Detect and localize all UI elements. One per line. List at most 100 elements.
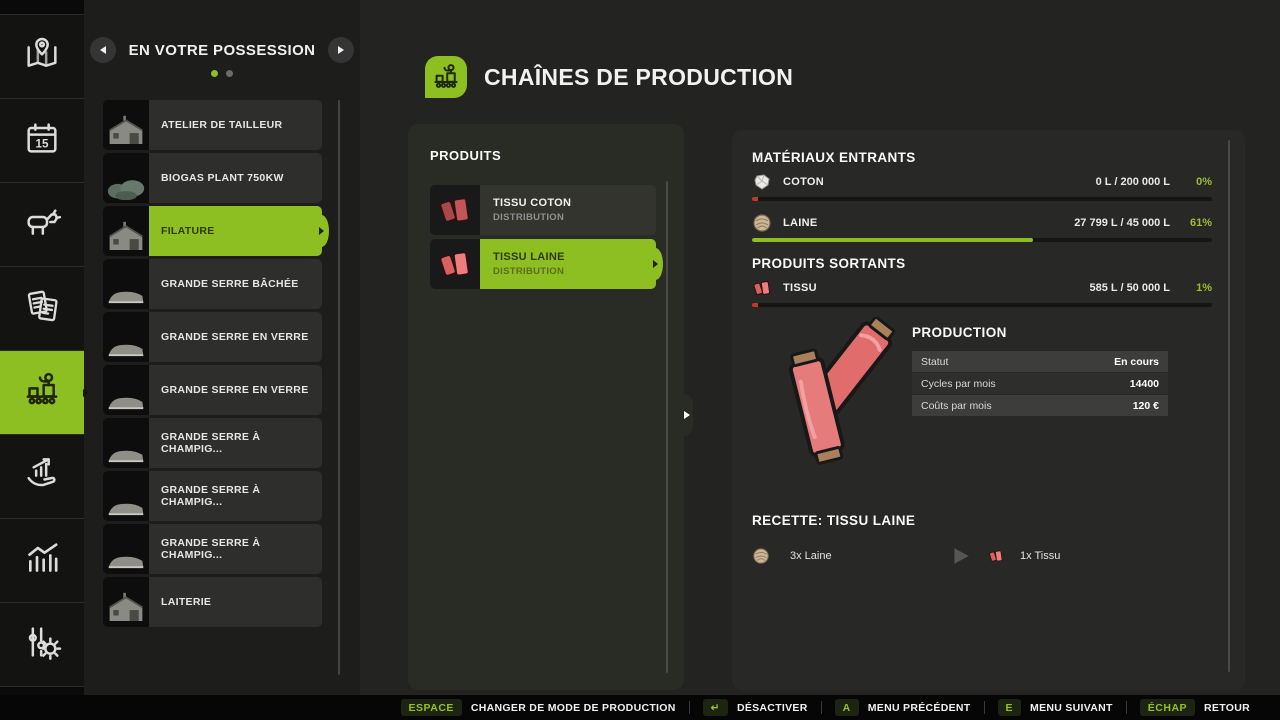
recipe-input-label: 3x Laine: [790, 550, 908, 562]
key-badge: ÉCHAP: [1140, 699, 1195, 716]
list-item-label: FILATURE: [161, 225, 215, 237]
list-item[interactable]: GRANDE SERRE À CHAMPIG...: [103, 471, 322, 521]
list-item-label: GRANDE SERRE À CHAMPIG...: [161, 431, 322, 455]
product-mode: DISTRIBUTION: [493, 266, 656, 277]
page-header: CHAÎNES DE PRODUCTION: [425, 56, 793, 98]
list-item[interactable]: ATELIER DE TAILLEUR: [103, 100, 322, 150]
production-chains-icon: [22, 370, 62, 415]
production-table-row: Cycles par mois 14400: [912, 373, 1168, 394]
row-value: 120 €: [1133, 400, 1159, 412]
material-row[interactable]: COTON 0 L / 200 000 L 0%: [752, 167, 1212, 197]
building-thumbnail: [103, 471, 149, 521]
list-item-label: GRANDE SERRE À CHAMPIG...: [161, 537, 322, 561]
shortcut-divider: [689, 701, 690, 714]
material-percent: 1%: [1170, 282, 1212, 294]
shortcut-label: RETOUR: [1204, 702, 1250, 714]
cow-icon: [22, 202, 62, 247]
list-item[interactable]: BIOGAS PLANT 750KW: [103, 153, 322, 203]
progress-empty-tick: [752, 197, 758, 201]
products-list: TISSU COTON DISTRIBUTION TISSU LAINE DIS…: [430, 185, 656, 289]
material-amount: 27 799 L / 45 000 L: [1074, 217, 1170, 229]
page-dot-active[interactable]: [211, 70, 218, 77]
building-thumbnail: [103, 153, 149, 203]
list-item[interactable]: LAITERIE: [103, 577, 322, 627]
product-item[interactable]: TISSU COTON DISTRIBUTION: [430, 185, 656, 235]
production-table-row: Statut En cours: [912, 351, 1168, 372]
material-row[interactable]: TISSU 585 L / 50 000 L 1%: [752, 273, 1212, 303]
tab-statistics[interactable]: [0, 518, 84, 603]
wool-icon: [752, 547, 770, 565]
list-item-label: LAITERIE: [161, 596, 211, 608]
material: LAINE 27 799 L / 45 000 L 61%: [752, 208, 1212, 242]
tab-map[interactable]: [0, 14, 84, 99]
next-category-button[interactable]: [328, 37, 354, 63]
tab-production-chains[interactable]: [0, 350, 84, 435]
production-info: PRODUCTION Statut En coursCycles par moi…: [912, 325, 1212, 467]
expand-panel-button[interactable]: [675, 394, 693, 436]
key-badge: E: [998, 699, 1022, 716]
details-scrollbar[interactable]: [1228, 140, 1230, 672]
tab-settings[interactable]: [0, 602, 84, 687]
material-name: COTON: [783, 176, 824, 188]
page-dot[interactable]: [226, 70, 233, 77]
fabric-icon: [752, 278, 772, 298]
calendar-icon: 15: [22, 118, 62, 163]
material-amount: 0 L / 200 000 L: [1096, 176, 1170, 188]
list-item[interactable]: FILATURE: [103, 206, 322, 256]
product-name: TISSU LAINE: [493, 251, 656, 263]
products-panel: PRODUITS TISSU COTON DISTRIBUTION TISSU …: [408, 124, 684, 690]
possession-scrollbar[interactable]: [338, 100, 340, 675]
material-name: LAINE: [783, 217, 818, 229]
production-section-title: PRODUCTION: [912, 325, 1212, 340]
production-table-row: Coûts par mois 120 €: [912, 395, 1168, 416]
production-table: Statut En coursCycles par mois 14400Coût…: [912, 351, 1168, 416]
page-title: CHAÎNES DE PRODUCTION: [484, 64, 793, 91]
material: COTON 0 L / 200 000 L 0%: [752, 167, 1212, 201]
products-scrollbar[interactable]: [666, 181, 668, 673]
shortcut-bar: ESPACECHANGER DE MODE DE PRODUCTION↵DÉSA…: [0, 695, 1280, 720]
list-item[interactable]: GRANDE SERRE EN VERRE: [103, 312, 322, 362]
products-panel-title: PRODUITS: [430, 148, 501, 163]
tab-calendar[interactable]: 15: [0, 98, 84, 183]
building-thumbnail: [103, 577, 149, 627]
fabric-icon: [988, 548, 1004, 564]
sliders-gear-icon: [22, 622, 62, 667]
cotton-icon: [752, 172, 772, 192]
fabric-icon: [430, 239, 480, 289]
list-item[interactable]: GRANDE SERRE À CHAMPIG...: [103, 418, 322, 468]
material-row[interactable]: LAINE 27 799 L / 45 000 L 61%: [752, 208, 1212, 238]
list-item[interactable]: GRANDE SERRE BÂCHÉE: [103, 259, 322, 309]
building-thumbnail: [103, 259, 149, 309]
left-arrow-icon: [100, 46, 106, 54]
row-label: Cycles par mois: [921, 378, 996, 390]
building-thumbnail: [103, 418, 149, 468]
list-item-label: GRANDE SERRE À CHAMPIG...: [161, 484, 322, 508]
material-percent: 0%: [1170, 176, 1212, 188]
key-badge: ↵: [703, 699, 728, 716]
product-item[interactable]: TISSU LAINE DISTRIBUTION: [430, 239, 656, 289]
shortcut-divider: [984, 701, 985, 714]
production-details-panel: MATÉRIAUX ENTRANTS COTON 0 L / 200 000 L…: [732, 130, 1245, 690]
production-chains-badge-icon: [425, 56, 467, 98]
outputs-list: TISSU 585 L / 50 000 L 1%: [752, 273, 1212, 307]
building-thumbnail: [103, 312, 149, 362]
wool-icon: [752, 213, 772, 233]
material-progress-bar: [752, 197, 1212, 201]
selected-item-arrow-icon: [319, 227, 324, 235]
progress-fill: [752, 238, 1033, 242]
list-item[interactable]: GRANDE SERRE EN VERRE: [103, 365, 322, 415]
tab-contracts[interactable]: [0, 266, 84, 351]
material-progress-bar: [752, 303, 1212, 307]
tab-animals[interactable]: [0, 182, 84, 267]
tab-finances[interactable]: [0, 434, 84, 519]
prev-category-button[interactable]: [90, 37, 116, 63]
shortcut-label: MENU SUIVANT: [1030, 702, 1113, 714]
material-progress-bar: [752, 238, 1212, 242]
row-value: 14400: [1130, 378, 1159, 390]
row-label: Statut: [921, 356, 948, 368]
key-badge: ESPACE: [401, 699, 462, 716]
outputs-section-title: PRODUITS SORTANTS: [752, 256, 1212, 271]
shortcut-label: MENU PRÉCÉDENT: [868, 702, 971, 714]
list-item[interactable]: GRANDE SERRE À CHAMPIG...: [103, 524, 322, 574]
recipe-row: 3x Laine 1x Tissu: [752, 545, 1212, 567]
